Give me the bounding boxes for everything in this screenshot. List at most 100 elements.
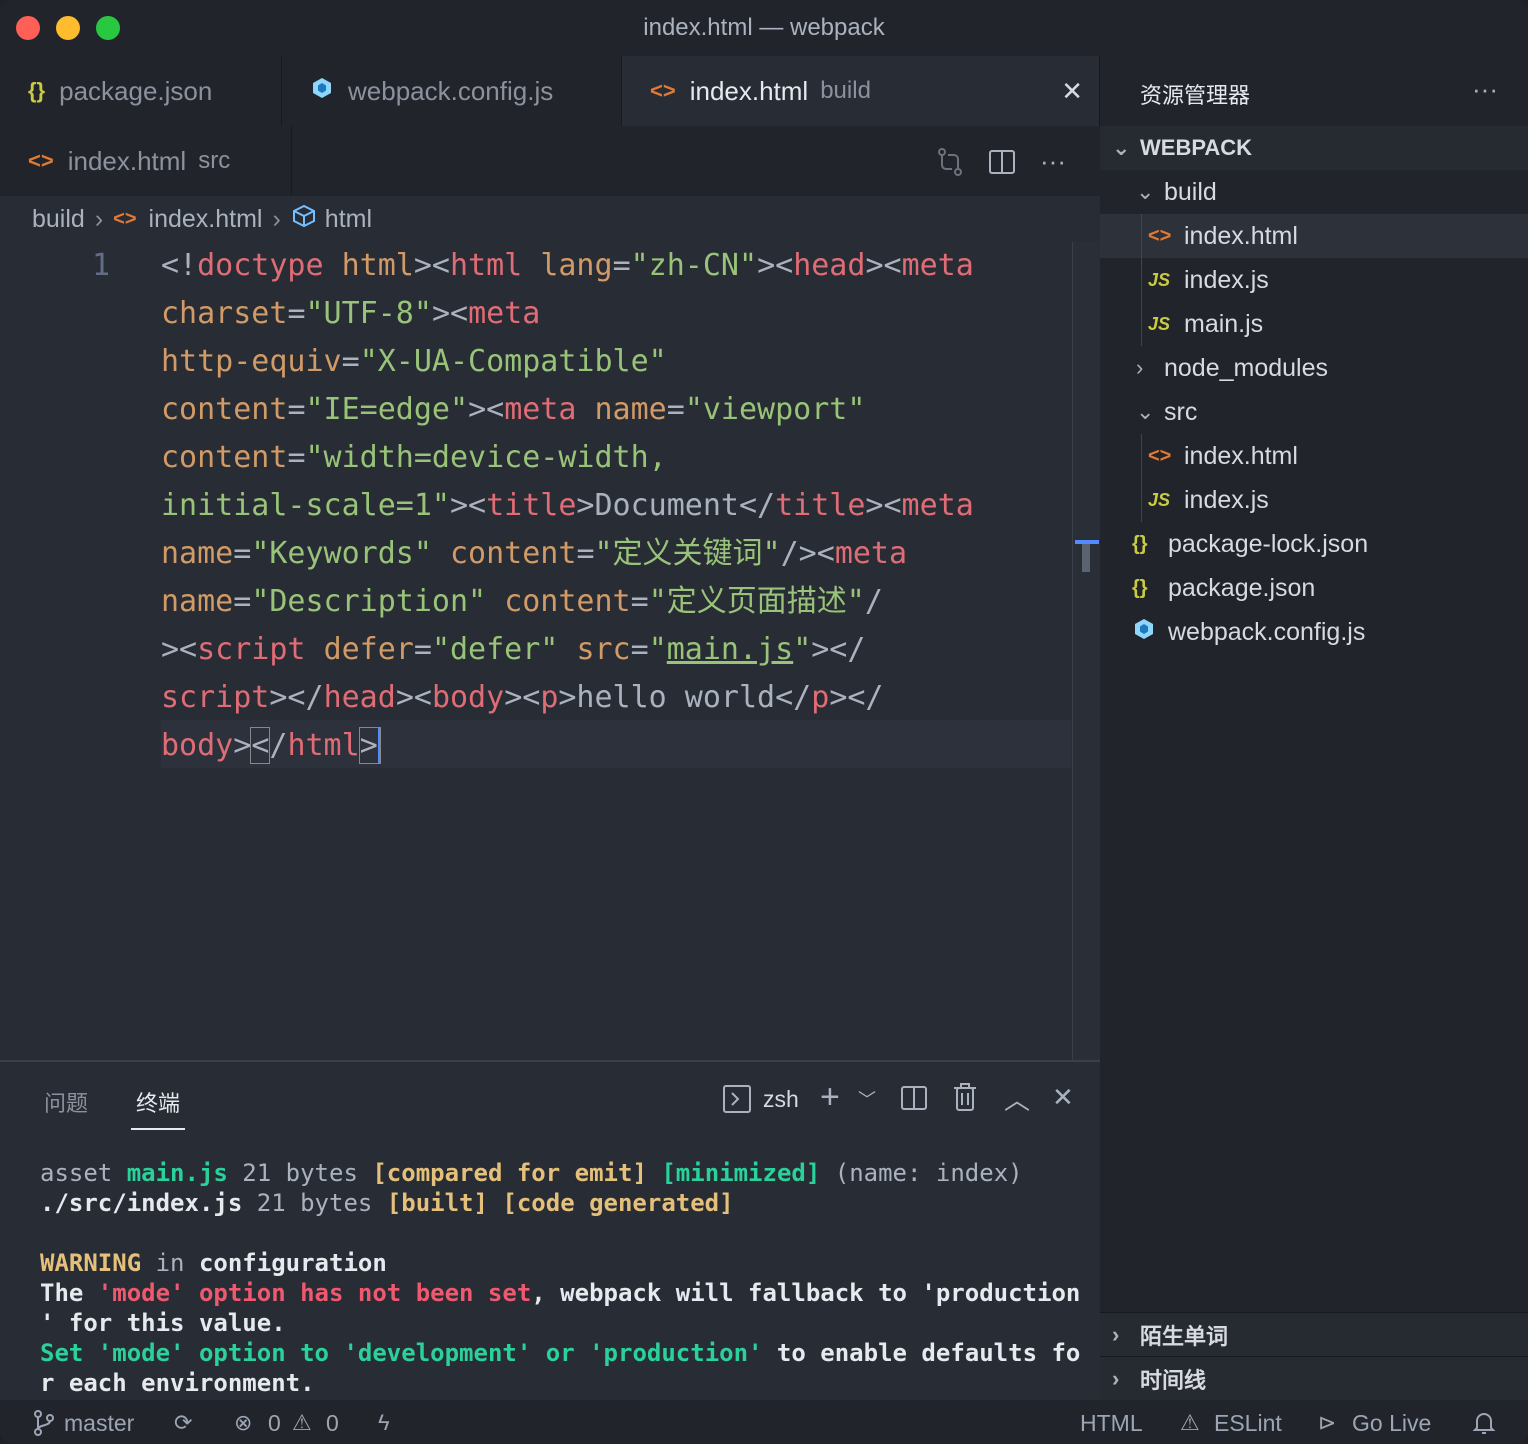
term-text: main.js	[126, 1159, 228, 1187]
tree-file-package-lock[interactable]: {} package-lock.json	[1100, 522, 1528, 566]
term-text: to enable defaults fo	[762, 1339, 1081, 1367]
error-count[interactable]: 0	[268, 1410, 281, 1437]
warning-count[interactable]: 0	[326, 1410, 339, 1437]
breadcrumb-file[interactable]: index.html	[149, 205, 263, 234]
term-text: asset	[40, 1159, 127, 1187]
term-text: 'mode'	[97, 1279, 185, 1307]
editor-tab-bar: {} package.json webpack.config.js <> ind…	[0, 56, 1100, 126]
code-editor[interactable]: 1 <!doctype html><html lang="zh-CN"><hea…	[0, 242, 1101, 1060]
term-text: , webpack will fallback to 'production	[531, 1279, 1081, 1307]
breadcrumb-symbol[interactable]: html	[325, 205, 372, 234]
term-text: (name: index)	[820, 1159, 1023, 1187]
chevron-down-icon: ⌄	[1136, 399, 1155, 424]
chevron-right-icon: ›	[1112, 1365, 1120, 1391]
term-text: ' for this value.	[40, 1309, 286, 1337]
shell-name[interactable]: zsh	[763, 1086, 799, 1113]
chevron-right-icon: ›	[1136, 355, 1144, 380]
close-tab-icon[interactable]: ✕	[1061, 76, 1083, 107]
term-text: 21 bytes	[227, 1159, 373, 1187]
tree-folder-build[interactable]: ⌄ build	[1100, 170, 1528, 214]
term-text: Set	[40, 1339, 98, 1367]
terminal-icon	[722, 1084, 752, 1119]
json-icon: {}	[1132, 532, 1148, 555]
section-label: 陌生单词	[1140, 1323, 1229, 1349]
more-actions-icon[interactable]: ···	[1472, 74, 1498, 105]
chevron-down-icon[interactable]: ﹀	[858, 1086, 876, 1112]
chevron-right-icon: ›	[1112, 1321, 1120, 1347]
tree-file-src-index-js[interactable]: JS index.js	[1100, 478, 1528, 522]
more-actions-icon[interactable]: ···	[1040, 146, 1066, 177]
sync-icon[interactable]: ⟳	[174, 1410, 192, 1436]
app-window: index.html — webpack {} package.json web…	[0, 0, 1528, 1444]
tree-file-build-index-js[interactable]: JS index.js	[1100, 258, 1528, 302]
bell-icon[interactable]	[1472, 1410, 1496, 1442]
git-branch-label[interactable]: master	[64, 1410, 134, 1437]
editor-scrollbar[interactable]	[1072, 242, 1101, 1060]
tab-description: build	[820, 77, 871, 104]
section-timeline[interactable]: › 时间线	[1100, 1356, 1528, 1400]
chevron-right-icon: ›	[94, 204, 104, 233]
go-live-button[interactable]: Go Live	[1352, 1410, 1431, 1437]
close-panel-icon[interactable]: ✕	[1052, 1082, 1074, 1113]
split-editor-icon[interactable]	[988, 148, 1016, 181]
editor-tab-bar-2: <> index.html src ···	[0, 126, 1100, 196]
tab-webpack-config[interactable]: webpack.config.js	[282, 56, 622, 126]
tab-label: webpack.config.js	[348, 75, 554, 106]
tab-terminal[interactable]: 终端	[136, 1086, 180, 1118]
term-text: or	[531, 1339, 590, 1367]
term-text	[647, 1159, 661, 1187]
breadcrumb: build › <> index.html › html	[0, 196, 1100, 242]
add-terminal-icon[interactable]: +	[820, 1078, 840, 1117]
maximize-panel-icon[interactable]: ︿	[1004, 1080, 1030, 1117]
play-circle-icon: ⊳	[1318, 1410, 1337, 1435]
window-title: index.html — webpack	[643, 14, 885, 41]
term-text: in	[141, 1249, 199, 1277]
language-mode[interactable]: HTML	[1080, 1410, 1143, 1437]
js-icon: JS	[1148, 269, 1171, 290]
term-text: [compared for emit]	[372, 1159, 647, 1187]
tree-folder-node-modules[interactable]: › node_modules	[1100, 346, 1528, 390]
code-content[interactable]: <!doctype html><html lang="zh-CN"><head>…	[161, 242, 1061, 770]
breadcrumb-folder[interactable]: build	[32, 205, 85, 234]
line-number: 1	[91, 248, 110, 283]
term-text: 'mode'	[97, 1339, 185, 1367]
git-branch-icon[interactable]	[32, 1410, 56, 1442]
warning-icon[interactable]: ⚠	[292, 1410, 312, 1436]
tree-label: src	[1164, 397, 1198, 426]
tree-label: index.html	[1184, 221, 1298, 250]
tree-file-webpack-config[interactable]: webpack.config.js	[1100, 610, 1528, 654]
term-text: r each environment.	[40, 1369, 315, 1397]
eslint-status[interactable]: ESLint	[1214, 1410, 1282, 1437]
section-unknown-words[interactable]: › 陌生单词	[1100, 1312, 1528, 1356]
tab-index-html-build[interactable]: <> index.html build ✕	[622, 56, 1100, 126]
title-bar: index.html — webpack	[0, 0, 1528, 56]
tree-file-package-json[interactable]: {} package.json	[1100, 566, 1528, 610]
split-terminal-icon[interactable]	[900, 1084, 928, 1117]
terminal-output[interactable]: asset main.js 21 bytes [compared for emi…	[40, 1158, 1080, 1398]
tree-label: build	[1164, 177, 1217, 206]
chevron-down-icon: ⌄	[1112, 135, 1131, 160]
error-icon[interactable]: ⊗	[234, 1410, 252, 1436]
open-changes-icon[interactable]	[934, 146, 966, 183]
tree-file-main-js[interactable]: JS main.js	[1100, 302, 1528, 346]
tree-label: package-lock.json	[1168, 529, 1369, 558]
tree-file-build-index-html[interactable]: <> index.html	[1100, 214, 1528, 258]
tree-file-src-index-html[interactable]: <> index.html	[1100, 434, 1528, 478]
term-text: ./src/index.js	[40, 1189, 243, 1217]
tab-package-json[interactable]: {} package.json	[0, 56, 282, 126]
html-icon: <>	[1148, 444, 1172, 467]
term-text: 'development'	[343, 1339, 532, 1367]
lightning-icon[interactable]: ϟ	[378, 1410, 390, 1436]
webpack-cube-icon	[310, 76, 334, 106]
symbol-cube-icon	[291, 203, 317, 236]
tab-index-html-src[interactable]: <> index.html src	[0, 126, 292, 196]
tab-problems[interactable]: 问题	[44, 1086, 88, 1118]
term-text: 'production'	[589, 1339, 763, 1367]
root-label: WEBPACK	[1140, 135, 1253, 160]
explorer-root-folder[interactable]: ⌄ WEBPACK	[1100, 126, 1528, 170]
tree-folder-src[interactable]: ⌄ src	[1100, 390, 1528, 434]
tree-label: package.json	[1168, 573, 1316, 602]
indent-guide	[1141, 214, 1142, 346]
tree-label: index.js	[1184, 485, 1269, 514]
trash-icon[interactable]	[952, 1082, 978, 1117]
